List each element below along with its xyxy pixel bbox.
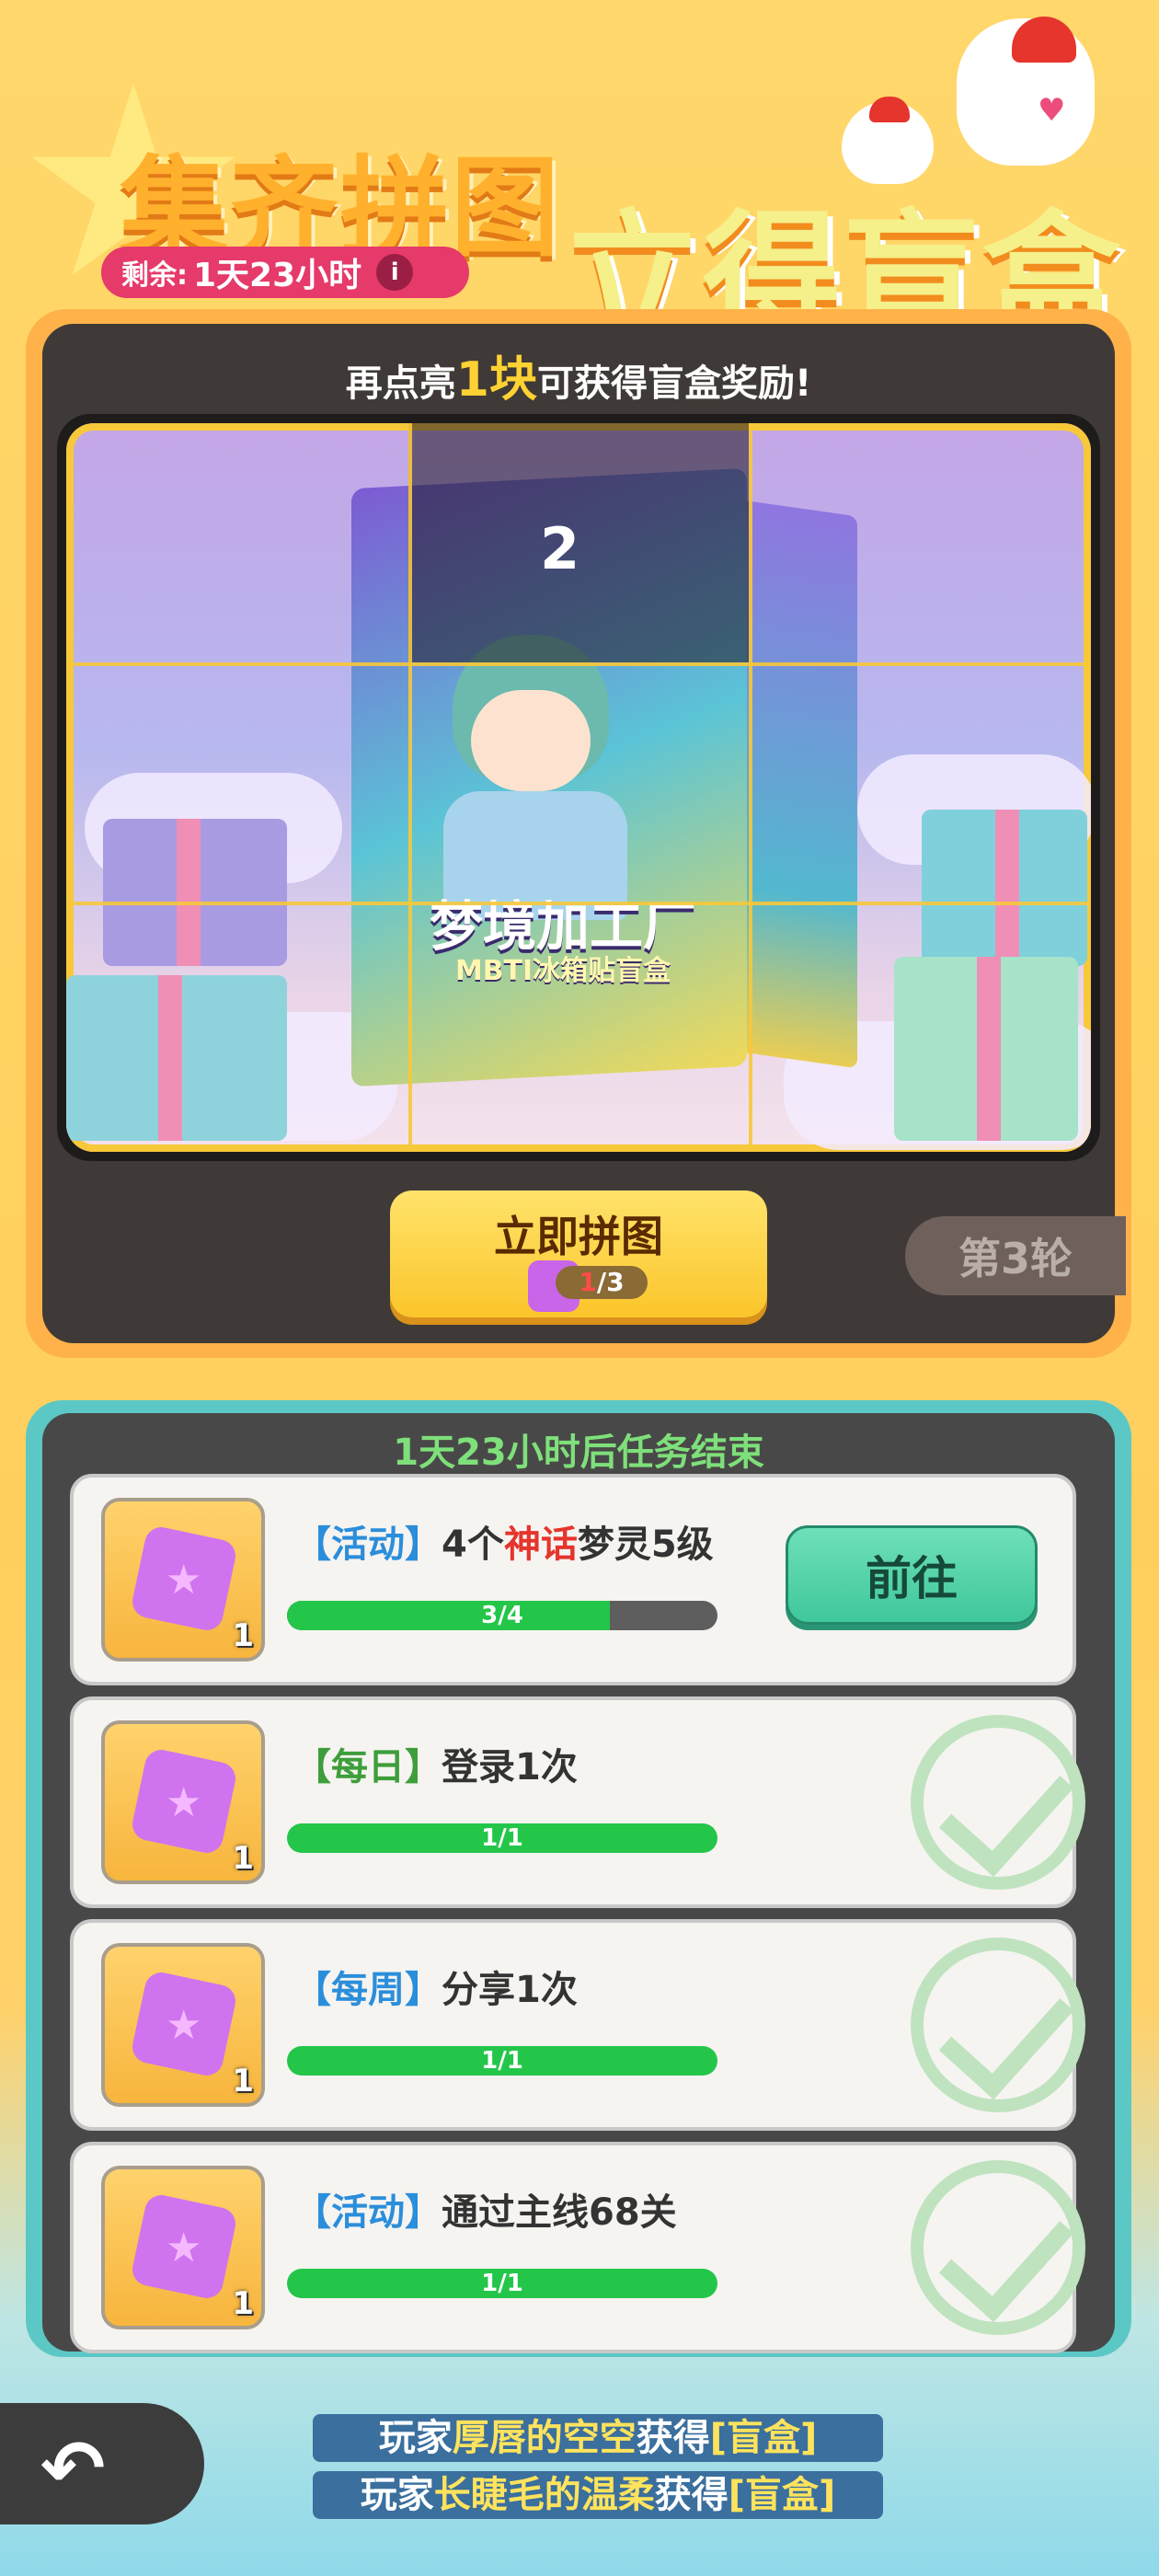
task-tag: 【活动】: [294, 2191, 442, 2234]
round-badge: 第3轮: [905, 1216, 1126, 1295]
piece-count-have: 1: [579, 1267, 597, 1297]
ticker-prize: [盲盒]: [709, 2417, 818, 2459]
task-progress-bar: 1/1: [287, 2046, 717, 2076]
puzzle-seam: [66, 662, 1091, 666]
gift-ribbon: [995, 810, 1019, 966]
ticker-player-name: 长睫毛的温柔: [433, 2474, 655, 2516]
task-title: 【活动】通过主线68关: [294, 2182, 677, 2236]
reward-quantity: 1: [232, 2285, 254, 2322]
blind-box-subtitle: MBTI冰箱贴盲盒: [454, 955, 671, 987]
task-text-a: 登录1次: [442, 1746, 578, 1788]
task-text-a: 分享1次: [442, 1969, 578, 2011]
ticker-mid: 获得: [654, 2474, 729, 2516]
task-tag: 【每周】: [294, 1969, 442, 2011]
completed-check-icon: [911, 1715, 1085, 1890]
ticker-prefix: 玩家: [360, 2474, 434, 2516]
task-title: 【每周】分享1次: [294, 1960, 578, 2013]
gift-ribbon: [158, 975, 182, 1141]
reward-ticker-line: 玩家长睫毛的温柔获得[盲盒]: [313, 2471, 883, 2519]
puzzle-hint: 再点亮1块可获得盲盒奖励!: [42, 340, 1115, 409]
task-card: ★ 1 【活动】通过主线68关 1/1: [70, 2142, 1085, 2353]
reward-ticker-line: 玩家厚唇的空空获得[盲盒]: [313, 2414, 883, 2462]
remaining-time-badge: 剩余: 1天23小时 i: [101, 247, 469, 298]
progress-text: 1/1: [481, 2270, 523, 2297]
back-button[interactable]: ↶: [0, 2403, 204, 2524]
progress-text: 1/1: [481, 1824, 523, 1852]
remaining-label: 剩余:: [121, 259, 188, 292]
checkmark: [938, 1738, 1074, 1878]
star-icon: ★: [166, 1557, 202, 1604]
completed-check-icon: [911, 1938, 1085, 2112]
puzzle-seam: [66, 902, 1091, 905]
ticker-prize: [盲盒]: [728, 2474, 836, 2516]
ticker-prefix: 玩家: [378, 2417, 453, 2459]
task-card: ★ 1 【活动】4个神话梦灵5级 3/4 前往: [70, 1474, 1076, 1685]
checkmark: [938, 2183, 1074, 2323]
star-icon: ★: [166, 1779, 202, 1826]
character-face: [471, 690, 591, 791]
task-text-a: 通过主线68关: [442, 2191, 677, 2234]
tasks-deadline: 1天23小时后任务结束: [393, 1432, 764, 1474]
task-card: ★ 1 【每日】登录1次 1/1: [70, 1696, 1085, 1908]
puzzle-piece-reward-icon: ★ 1: [101, 2166, 265, 2329]
small-chicken-comb: [869, 97, 910, 122]
task-title: 【活动】4个神话梦灵5级: [294, 1514, 714, 1568]
checkmark: [938, 1961, 1074, 2100]
task-progress-bar: 3/4: [287, 1601, 717, 1630]
task-text-a: 4个: [442, 1524, 504, 1566]
info-icon[interactable]: i: [376, 254, 414, 291]
puzzle-hint-highlight: 1块: [455, 352, 537, 408]
piece-count-total: /3: [596, 1267, 625, 1297]
puzzle-hint-prefix: 再点亮: [345, 362, 456, 405]
star-icon: ★: [166, 2002, 202, 2049]
back-arrow-icon: ↶: [40, 2423, 106, 2513]
puzzle-board[interactable]: 梦境加工厂 MBTI冰箱贴盲盒 2: [57, 414, 1100, 1161]
task-card: ★ 1 【每周】分享1次 1/1: [70, 1919, 1085, 2131]
task-tag: 【每日】: [294, 1746, 442, 1788]
task-progress-bar: 1/1: [287, 2269, 717, 2298]
remaining-time-value: 1天23小时: [193, 257, 362, 294]
task-progress-bar: 1/1: [287, 1823, 717, 1853]
puzzle-piece-reward-icon: ★ 1: [101, 1498, 265, 1662]
task-tag: 【活动】: [294, 1524, 442, 1566]
task-text-b: 梦灵5级: [577, 1524, 714, 1566]
go-button[interactable]: 前往: [786, 1525, 1038, 1625]
heart-icon: ♥: [1038, 92, 1066, 129]
gift-ribbon: [177, 819, 201, 966]
assemble-puzzle-button[interactable]: 立即拼图 1/3: [390, 1190, 767, 1317]
reward-quantity: 1: [232, 2063, 254, 2099]
puzzle-seam: [749, 423, 752, 1152]
puzzle-piece-reward-icon: ★ 1: [101, 1720, 265, 1884]
task-title: 【每日】登录1次: [294, 1737, 578, 1790]
locked-piece-number: 2: [540, 515, 580, 582]
progress-text: 1/1: [481, 2047, 523, 2075]
ticker-player-name: 厚唇的空空: [452, 2417, 637, 2459]
reward-quantity: 1: [232, 1617, 254, 1654]
blind-box-image: 梦境加工厂 MBTI冰箱贴盲盒 2: [66, 423, 1091, 1152]
puzzle-hint-suffix: 可获得盲盒奖励!: [536, 362, 812, 405]
puzzle-seam: [408, 423, 412, 1152]
assemble-button-label: 立即拼图: [494, 1212, 663, 1261]
progress-text: 3/4: [481, 1602, 523, 1629]
ticker-mid: 获得: [636, 2417, 710, 2459]
star-icon: ★: [166, 2225, 202, 2271]
task-text-highlight: 神话: [503, 1524, 578, 1566]
piece-count: 1/3: [556, 1266, 648, 1299]
gift-ribbon: [977, 957, 1001, 1141]
completed-check-icon: [911, 2160, 1085, 2335]
reward-quantity: 1: [232, 1840, 254, 1877]
puzzle-piece-reward-icon: ★ 1: [101, 1943, 265, 2107]
